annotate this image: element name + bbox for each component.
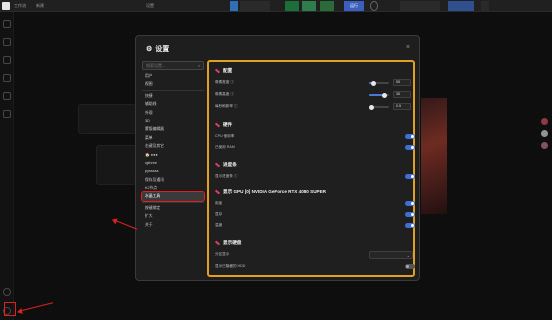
slider-handle[interactable] [371,80,376,86]
setting-label: CPU 使用率 [215,134,235,138]
width-input[interactable]: 55 [393,79,411,86]
refresh-input[interactable]: 0.5 [393,103,411,110]
setting-row: CPU 使用率 [215,133,415,141]
nav-item-mask-editor[interactable]: 蒙版编辑器 [142,125,204,133]
settings-gear-icon[interactable] [370,1,378,11]
setting-label: 显示已隐藏的 HDD [215,264,246,268]
batch-input[interactable] [481,1,489,11]
cpu-toggle[interactable] [405,134,415,139]
setting-label: 像素高度 ⓘ [215,92,234,96]
chevron-down-icon: ⌄ [406,253,410,258]
setting-label: 用途 [215,201,223,205]
settings-nav: 用户 视图 快捷 辅助线 外观 3D 蒙版编辑器 菜单 右键及其它 🏠 ●●● … [141,72,205,229]
partition-select[interactable]: ⌄ [369,251,413,259]
cpu-monitor [240,1,270,11]
setting-row: 用途 [215,200,415,208]
nav-item-custom[interactable]: 🏠 ●●● [142,151,204,159]
setting-row: 像素高度 ⓘ 35 [215,91,411,99]
gpu-usage-toggle[interactable] [405,201,415,206]
settings-panel: 配置 像素宽度 ⓘ 55 像素高度 ⓘ 35 每秒刷新率 ⓘ 0.5 硬件 CP… [207,60,415,277]
nav-item-save[interactable]: 保存及通讯 [142,176,204,184]
tab-workflow[interactable]: 工作流 [14,2,26,10]
setting-label: 像素宽度 ⓘ [215,80,234,84]
search-icon: ⌕ [198,63,201,68]
queue-icon[interactable] [230,1,238,11]
progress-toggle[interactable] [405,174,415,179]
setting-label: 已使用 RAM [215,145,235,149]
ram-toggle[interactable] [405,145,415,150]
nav-item-keybinding[interactable]: 按键绑定 [142,204,204,212]
crystal-icon [214,162,221,168]
setting-row: 分区显示 ⌄ [215,251,413,259]
manager-button[interactable] [400,1,440,11]
crystal-icon [214,68,221,74]
temperature-toggle[interactable] [405,223,415,228]
dialog-title: ⚙ 设置 [146,46,170,53]
app-logo-icon [2,2,10,10]
nav-item-guides[interactable]: 辅助线 [142,100,204,108]
temp-monitor [320,1,334,11]
height-slider[interactable] [369,92,389,98]
setting-row: 像素宽度 ⓘ 55 [215,79,411,87]
nav-item-view[interactable]: 视图 [142,80,204,88]
setting-row: 显示已隐藏的 HDD [215,263,415,271]
nav-item-extensions[interactable]: 扩大 [142,212,204,220]
width-slider[interactable] [369,80,389,86]
hidden-hdd-toggle[interactable] [405,264,415,269]
setting-row: 已使用 RAM [215,144,415,152]
height-input[interactable]: 35 [393,91,411,98]
setting-label: 分区显示 [215,252,230,256]
setting-row: 每秒刷新率 ⓘ 0.5 [215,103,411,111]
search-input[interactable] [142,61,204,70]
setting-row: 温度 [215,222,415,230]
crystal-icon [214,240,221,246]
nav-item-kjnodes[interactable]: KJ节点 [142,184,204,192]
setting-row: 显存 [215,211,415,219]
crystal-icon [214,122,221,128]
nav-item-pysssss[interactable]: pysssss [142,167,204,175]
gear-icon: ⚙ [146,46,153,53]
refresh-slider[interactable] [369,104,389,110]
nav-item-about[interactable]: 关于 [142,221,204,229]
tab-new[interactable]: 新建 [36,2,44,10]
setting-label: 温度 [215,223,223,227]
divider [142,201,204,203]
vram-monitor [302,1,316,11]
section-config: 配置 [214,68,232,74]
setting-label: 显示进度条 ⓘ [215,174,238,178]
annotation-box [4,302,16,316]
close-icon[interactable]: × [406,44,410,51]
vram-toggle[interactable] [405,212,415,217]
nav-item-crystools[interactable]: 水晶工具 [141,191,205,202]
divider [142,89,204,91]
nav-item-user[interactable]: 用户 [142,72,204,80]
section-disk: 显示硬盘 [214,240,241,246]
section-progress: 进度条 [214,162,237,168]
run-button[interactable]: 运行 [344,1,364,11]
top-bar: 工作流 新建 设置 运行 [0,0,552,12]
gpu-monitor [285,1,299,11]
queue-button[interactable] [448,1,474,11]
nav-item-appearance[interactable]: 外观 [142,109,204,117]
tab-settings[interactable]: 设置 [146,2,154,10]
setting-label: 每秒刷新率 ⓘ [215,104,238,108]
crystal-icon [214,189,221,195]
settings-dialog: ⚙ 设置 × ⌕ 用户 视图 快捷 辅助线 外观 3D 蒙版编辑器 菜单 右键及… [135,35,420,281]
nav-item-shortcut[interactable]: 快捷 [142,92,204,100]
section-gpu: 显示 GPU [0] NVIDIA GeForce RTX 4080 SUPER [214,189,326,195]
section-hardware: 硬件 [214,122,232,128]
slider-handle[interactable] [369,104,374,110]
setting-label: 显存 [215,212,223,216]
slider-handle[interactable] [382,92,387,98]
setting-row: 显示进度条 ⓘ [215,173,415,181]
nav-item-menu[interactable]: 菜单 [142,134,204,142]
nav-item-rgthree[interactable]: rgthree [142,159,204,167]
nav-item-3d[interactable]: 3D [142,117,204,125]
nav-item-context[interactable]: 右键及其它 [142,142,204,150]
